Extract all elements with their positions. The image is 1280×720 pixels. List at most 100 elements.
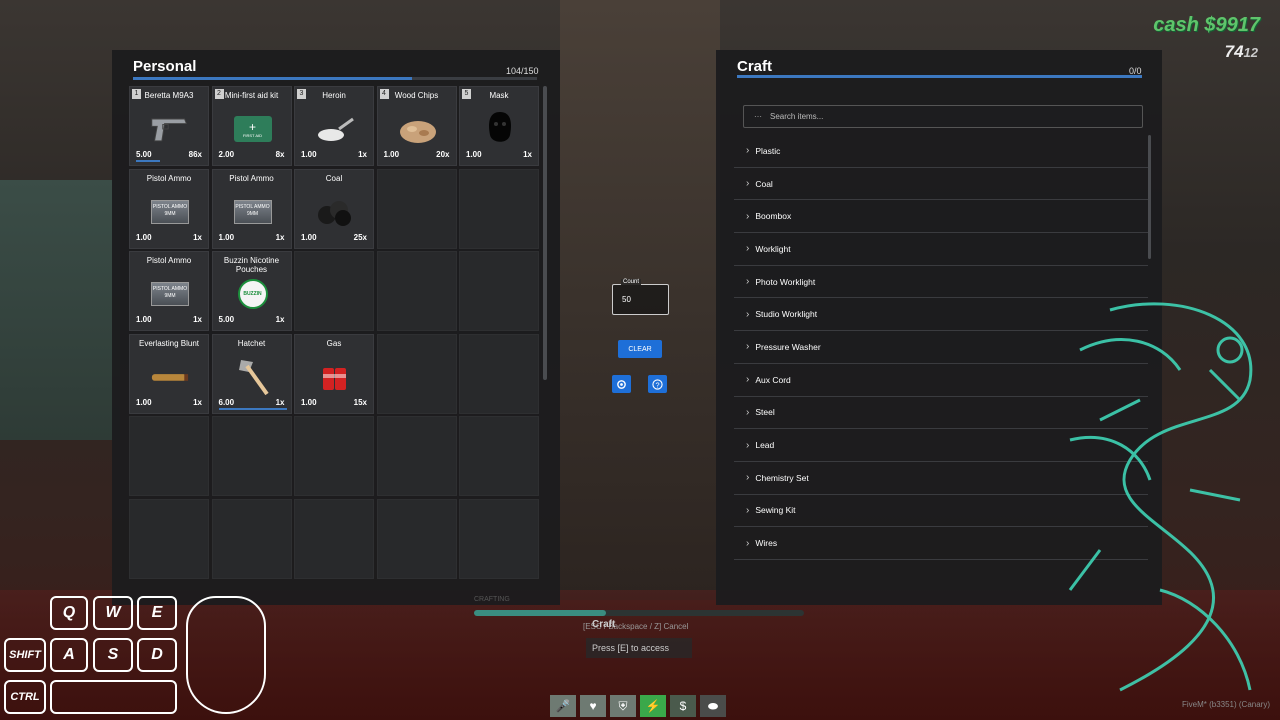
count-field[interactable]: Count 50 — [612, 279, 669, 315]
chevron-right-icon: › — [746, 243, 750, 255]
item-name: Pistol Ammo — [146, 173, 192, 183]
key-shift: SHIFT — [4, 638, 46, 672]
inventory-slot-empty[interactable] — [376, 416, 457, 496]
key-s: S — [93, 638, 133, 672]
settings-icon[interactable] — [612, 375, 631, 393]
inventory-slot[interactable]: Pistol Ammo PISTOL AMMO 9MM 1.00 1x — [129, 251, 209, 331]
item-name: Everlasting Blunt — [138, 338, 200, 348]
ammo-box-icon: PISTOL AMMO 9MM — [150, 194, 190, 230]
inventory-title: Personal — [133, 58, 197, 75]
recipe-label: Worklight — [755, 243, 791, 254]
item-name: Pistol Ammo — [229, 173, 274, 183]
inventory-slot[interactable]: 4 Wood Chips 1.00 20x — [376, 86, 457, 166]
item-name: Mask — [489, 91, 509, 100]
key-space — [50, 680, 177, 714]
inventory-slot[interactable]: Hatchet 6.00 1x — [211, 333, 292, 414]
item-quantity: 1x — [193, 315, 202, 324]
pistol-icon — [150, 111, 190, 147]
search-icon: ⋯ — [754, 112, 762, 121]
item-name: Pistol Ammo — [146, 256, 192, 265]
item-weight: 5.00 — [218, 315, 235, 324]
ammo-display: 7412 — [1225, 42, 1258, 62]
inventory-slot-empty[interactable] — [129, 416, 209, 496]
inventory-slot-empty[interactable] — [376, 333, 457, 414]
inventory-slot-empty[interactable] — [376, 168, 457, 249]
item-quantity: 25x — [353, 232, 367, 242]
background-container — [0, 180, 120, 440]
key-e: E — [137, 596, 177, 630]
recipe-row[interactable]: › Worklight — [734, 233, 1148, 266]
recipe-label: Wires — [755, 538, 778, 549]
inventory-slot[interactable]: 3 Heroin 1.00 1x — [294, 86, 374, 166]
item-name: Hatchet — [237, 338, 266, 348]
search-input[interactable]: ⋯ Search items... — [743, 105, 1143, 128]
crafting-progress-label: CRAFTING — [474, 596, 510, 603]
inventory-slot-empty[interactable] — [459, 333, 539, 414]
inventory-slot[interactable]: 2 Mini-first aid kit + FIRST AID 2.00 8x — [211, 86, 292, 166]
inventory-slot-empty[interactable] — [294, 498, 374, 579]
recipe-row[interactable]: › Plastic — [734, 135, 1148, 168]
inventory-slot-empty[interactable] — [294, 251, 374, 331]
inventory-slot[interactable]: Gas 1.00 15x — [294, 333, 374, 414]
inventory-slot-empty[interactable] — [211, 498, 292, 579]
recipe-row[interactable]: › Boombox — [734, 200, 1148, 234]
inventory-slot-empty[interactable] — [459, 416, 539, 496]
item-weight: 1.00 — [136, 397, 152, 407]
craft-header-bar — [737, 75, 1142, 78]
ammo-box-icon: PISTOL AMMO 9MM — [233, 194, 273, 230]
item-weight: 6.00 — [218, 397, 235, 407]
help-icon[interactable]: ? — [648, 375, 667, 393]
item-quantity: 86x — [188, 150, 202, 159]
durability-bar — [218, 407, 287, 410]
svg-text:?: ? — [655, 380, 659, 389]
inventory-slot[interactable]: Buzzin Nicotine Pouches BUZZIN 5.00 1x — [211, 251, 292, 331]
dragon-emblem-icon — [1068, 302, 1253, 692]
recipe-row[interactable]: › Coal — [734, 168, 1148, 201]
inventory-slot-empty[interactable] — [376, 498, 457, 579]
count-value: 50 — [622, 295, 631, 304]
inventory-slot-empty[interactable] — [376, 251, 457, 331]
chevron-right-icon: › — [746, 374, 750, 386]
item-name: Coal — [325, 173, 343, 183]
inventory-slot[interactable]: 5 Mask 1.00 1x — [459, 86, 539, 166]
inventory-slot[interactable]: Everlasting Blunt 1.00 1x — [129, 333, 209, 414]
craft-title: Craft — [737, 58, 773, 75]
crafting-progress-bar — [474, 610, 804, 616]
inventory-slot-empty[interactable] — [129, 498, 209, 579]
status-bar: 🎤 ♥ ⛨ ⚡ $ ⬬ — [550, 695, 726, 717]
inventory-slot-empty[interactable] — [211, 416, 292, 496]
item-quantity: 8x — [275, 150, 285, 159]
inventory-slot-empty[interactable] — [294, 416, 374, 496]
inventory-slot-empty[interactable] — [459, 498, 539, 579]
fivem-build-label: FiveM* (b3351) (Canary) — [1181, 700, 1270, 709]
item-weight: 1.00 — [383, 150, 400, 159]
item-quantity: 1x — [193, 397, 202, 407]
item-name: Wood Chips — [394, 91, 439, 100]
keyboard-overlay: Q W E SHIFT A S D CTRL — [0, 590, 280, 720]
item-weight: 1.00 — [218, 232, 235, 242]
recipe-label: Chemistry Set — [755, 472, 809, 483]
ammo-box-icon: PISTOL AMMO 9MM — [150, 276, 190, 312]
recipe-label: Aux Cord — [755, 374, 791, 385]
inventory-slot[interactable]: Pistol Ammo PISTOL AMMO 9MM 1.00 1x — [211, 168, 292, 249]
inventory-slot[interactable]: Pistol Ammo PISTOL AMMO 9MM 1.00 1x — [129, 168, 209, 249]
pills-icon: ⬬ — [700, 695, 726, 717]
item-quantity: 1x — [523, 150, 532, 159]
inventory-slot-empty[interactable] — [459, 251, 539, 331]
inventory-slot[interactable]: 1 Beretta M9A3 5.00 86x — [129, 86, 209, 166]
item-weight: 1.00 — [301, 397, 317, 407]
recipe-scrollbar[interactable] — [1148, 135, 1151, 259]
inventory-scrollbar[interactable] — [543, 86, 547, 380]
nicotine-tin-icon: BUZZIN — [233, 276, 273, 312]
recipe-label: Plastic — [755, 145, 781, 156]
inventory-slot[interactable]: Coal 1.00 25x — [294, 168, 374, 249]
chevron-right-icon: › — [746, 178, 750, 190]
gas-can-icon — [315, 359, 355, 395]
recipe-label: Boombox — [755, 211, 792, 222]
item-quantity: 20x — [436, 150, 450, 159]
recipe-label: Coal — [755, 178, 773, 189]
key-w: W — [93, 596, 133, 630]
chevron-right-icon: › — [746, 145, 750, 157]
clear-button[interactable]: CLEAR — [618, 340, 662, 358]
inventory-slot-empty[interactable] — [459, 168, 539, 249]
